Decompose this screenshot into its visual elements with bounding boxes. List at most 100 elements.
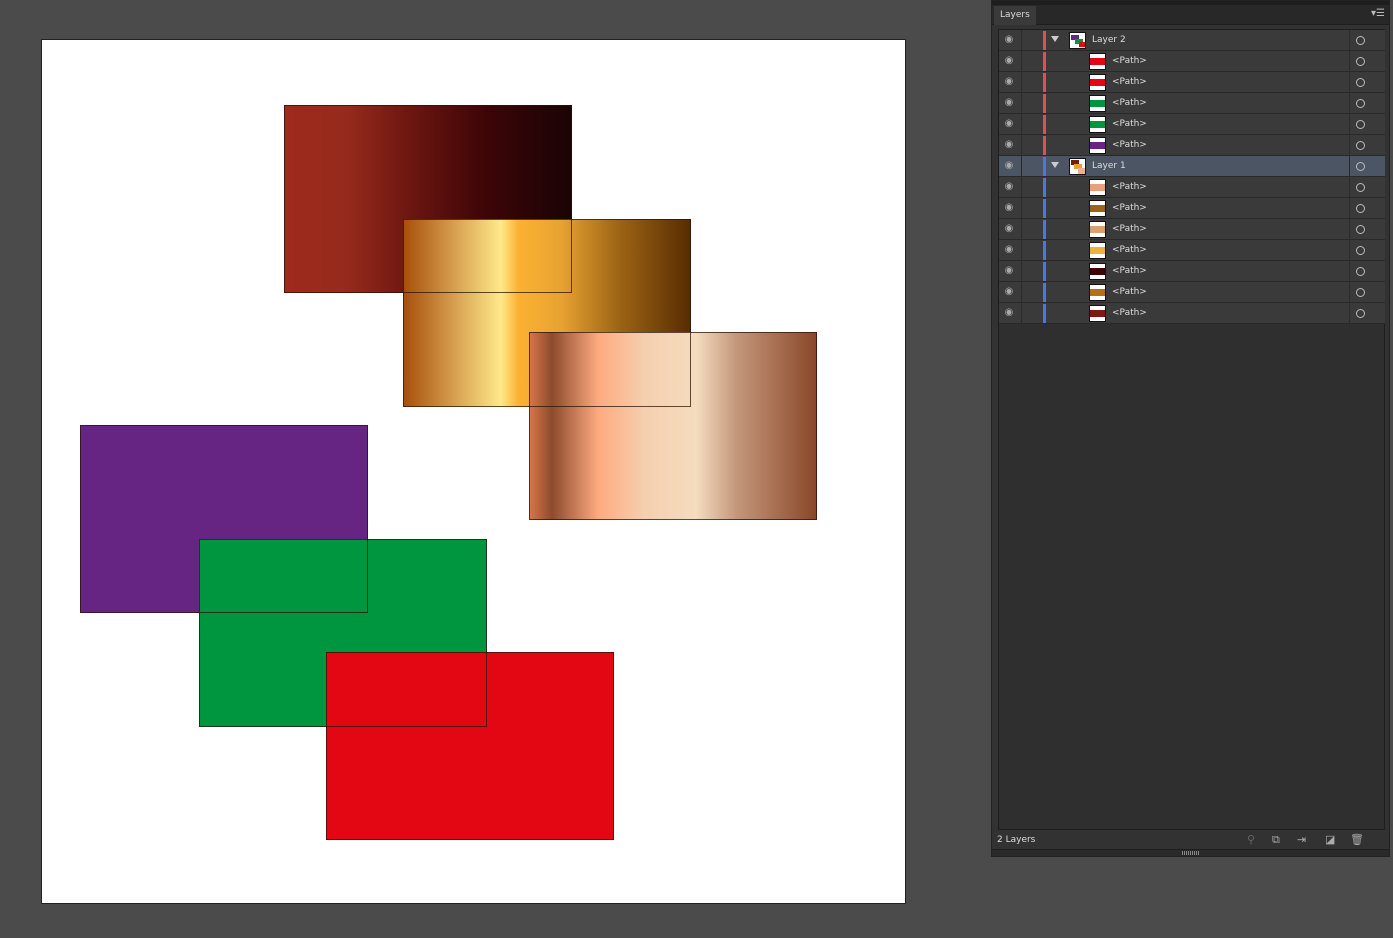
search-icon[interactable]: ⚲ bbox=[1247, 833, 1255, 846]
tab-layers[interactable]: Layers bbox=[994, 6, 1036, 25]
divider bbox=[1349, 282, 1350, 303]
target-circle-icon[interactable] bbox=[1356, 162, 1365, 171]
divider bbox=[1349, 135, 1350, 156]
divider bbox=[1021, 135, 1022, 156]
visibility-eye-icon[interactable]: ◉ bbox=[1003, 55, 1015, 67]
divider bbox=[1021, 219, 1022, 240]
layer-color-bar bbox=[1043, 262, 1046, 281]
path-row[interactable]: ◉ <Path> bbox=[999, 261, 1385, 282]
visibility-eye-icon[interactable]: ◉ bbox=[1003, 202, 1015, 214]
target-circle-icon[interactable] bbox=[1356, 309, 1365, 318]
layer-row[interactable]: ◉ Layer 2 bbox=[999, 30, 1385, 51]
layer-color-bar bbox=[1043, 304, 1046, 323]
make-clipping-mask-icon[interactable]: ⧉ bbox=[1272, 833, 1280, 847]
thumbnail bbox=[1089, 242, 1106, 259]
visibility-eye-icon[interactable]: ◉ bbox=[1003, 286, 1015, 298]
path-row[interactable]: ◉ <Path> bbox=[999, 198, 1385, 219]
layer-color-bar bbox=[1043, 283, 1046, 302]
thumbnail bbox=[1089, 200, 1106, 217]
target-circle-icon[interactable] bbox=[1356, 57, 1365, 66]
layer-name[interactable]: <Path> bbox=[1112, 282, 1147, 303]
path-row[interactable]: ◉ <Path> bbox=[999, 93, 1385, 114]
path-row[interactable]: ◉ <Path> bbox=[999, 282, 1385, 303]
visibility-eye-icon[interactable]: ◉ bbox=[1003, 97, 1015, 109]
visibility-eye-icon[interactable]: ◉ bbox=[1003, 244, 1015, 256]
target-circle-icon[interactable] bbox=[1356, 36, 1365, 45]
divider bbox=[1349, 114, 1350, 135]
divider bbox=[1021, 72, 1022, 93]
layer-name[interactable]: <Path> bbox=[1112, 72, 1147, 93]
visibility-eye-icon[interactable]: ◉ bbox=[1003, 223, 1015, 235]
target-circle-icon[interactable] bbox=[1356, 204, 1365, 213]
panel-menu-icon[interactable]: ▾☰ bbox=[1371, 8, 1385, 19]
tab-bar: Layers ▾☰ bbox=[992, 5, 1389, 25]
expand-triangle-icon[interactable] bbox=[1051, 162, 1059, 168]
layer-name[interactable]: <Path> bbox=[1112, 240, 1147, 261]
divider bbox=[1349, 198, 1350, 219]
thumbnail bbox=[1089, 179, 1106, 196]
path-row[interactable]: ◉ <Path> bbox=[999, 303, 1385, 324]
thumbnail bbox=[1069, 158, 1086, 175]
layer-name[interactable]: <Path> bbox=[1112, 51, 1147, 72]
layer-row[interactable]: ◉ Layer 1 bbox=[999, 156, 1385, 177]
layer-color-bar bbox=[1043, 94, 1046, 113]
expand-triangle-icon[interactable] bbox=[1051, 36, 1059, 42]
artboard[interactable] bbox=[41, 39, 906, 904]
visibility-eye-icon[interactable]: ◉ bbox=[1003, 118, 1015, 130]
target-circle-icon[interactable] bbox=[1356, 267, 1365, 276]
layer-name[interactable]: <Path> bbox=[1112, 93, 1147, 114]
thumbnail bbox=[1089, 284, 1106, 301]
layer-count: 2 Layers bbox=[997, 835, 1036, 845]
target-circle-icon[interactable] bbox=[1356, 288, 1365, 297]
visibility-eye-icon[interactable]: ◉ bbox=[1003, 139, 1015, 151]
target-circle-icon[interactable] bbox=[1356, 246, 1365, 255]
visibility-eye-icon[interactable]: ◉ bbox=[1003, 181, 1015, 193]
layer-name[interactable]: <Path> bbox=[1112, 114, 1147, 135]
layer-name[interactable]: <Path> bbox=[1112, 261, 1147, 282]
copper-gradient-rect[interactable] bbox=[529, 332, 817, 520]
path-row[interactable]: ◉ <Path> bbox=[999, 114, 1385, 135]
layer-name[interactable]: <Path> bbox=[1112, 135, 1147, 156]
layer-name[interactable]: <Path> bbox=[1112, 198, 1147, 219]
path-row[interactable]: ◉ <Path> bbox=[999, 72, 1385, 93]
thumbnail bbox=[1089, 305, 1106, 322]
divider bbox=[1021, 93, 1022, 114]
divider bbox=[1349, 261, 1350, 282]
trash-icon[interactable]: 🗑 bbox=[1350, 833, 1364, 846]
layer-name[interactable]: <Path> bbox=[1112, 303, 1147, 324]
thumbnail bbox=[1089, 53, 1106, 70]
path-row[interactable]: ◉ <Path> bbox=[999, 135, 1385, 156]
thumbnail bbox=[1089, 74, 1106, 91]
new-layer-icon[interactable]: ◪ bbox=[1325, 833, 1335, 846]
visibility-eye-icon[interactable]: ◉ bbox=[1003, 34, 1015, 46]
divider bbox=[1021, 114, 1022, 135]
divider bbox=[1021, 303, 1022, 324]
thumbnail bbox=[1089, 221, 1106, 238]
divider bbox=[1349, 72, 1350, 93]
divider bbox=[1021, 51, 1022, 72]
path-row[interactable]: ◉ <Path> bbox=[999, 51, 1385, 72]
target-circle-icon[interactable] bbox=[1356, 78, 1365, 87]
path-row[interactable]: ◉ <Path> bbox=[999, 240, 1385, 261]
target-circle-icon[interactable] bbox=[1356, 141, 1365, 150]
visibility-eye-icon[interactable]: ◉ bbox=[1003, 160, 1015, 172]
visibility-eye-icon[interactable]: ◉ bbox=[1003, 265, 1015, 277]
layer-name[interactable]: <Path> bbox=[1112, 177, 1147, 198]
target-circle-icon[interactable] bbox=[1356, 120, 1365, 129]
layer-name[interactable]: Layer 1 bbox=[1092, 156, 1126, 177]
layer-name[interactable]: <Path> bbox=[1112, 219, 1147, 240]
path-row[interactable]: ◉ <Path> bbox=[999, 219, 1385, 240]
divider bbox=[1349, 177, 1350, 198]
target-circle-icon[interactable] bbox=[1356, 225, 1365, 234]
create-sublayer-icon[interactable]: ⇥ bbox=[1297, 833, 1306, 846]
layer-name[interactable]: Layer 2 bbox=[1092, 30, 1126, 51]
target-circle-icon[interactable] bbox=[1356, 183, 1365, 192]
target-circle-icon[interactable] bbox=[1356, 99, 1365, 108]
divider bbox=[1349, 219, 1350, 240]
red-rect[interactable] bbox=[326, 652, 614, 840]
layer-color-bar bbox=[1043, 241, 1046, 260]
visibility-eye-icon[interactable]: ◉ bbox=[1003, 307, 1015, 319]
path-row[interactable]: ◉ <Path> bbox=[999, 177, 1385, 198]
resize-grip[interactable] bbox=[992, 849, 1389, 856]
visibility-eye-icon[interactable]: ◉ bbox=[1003, 76, 1015, 88]
